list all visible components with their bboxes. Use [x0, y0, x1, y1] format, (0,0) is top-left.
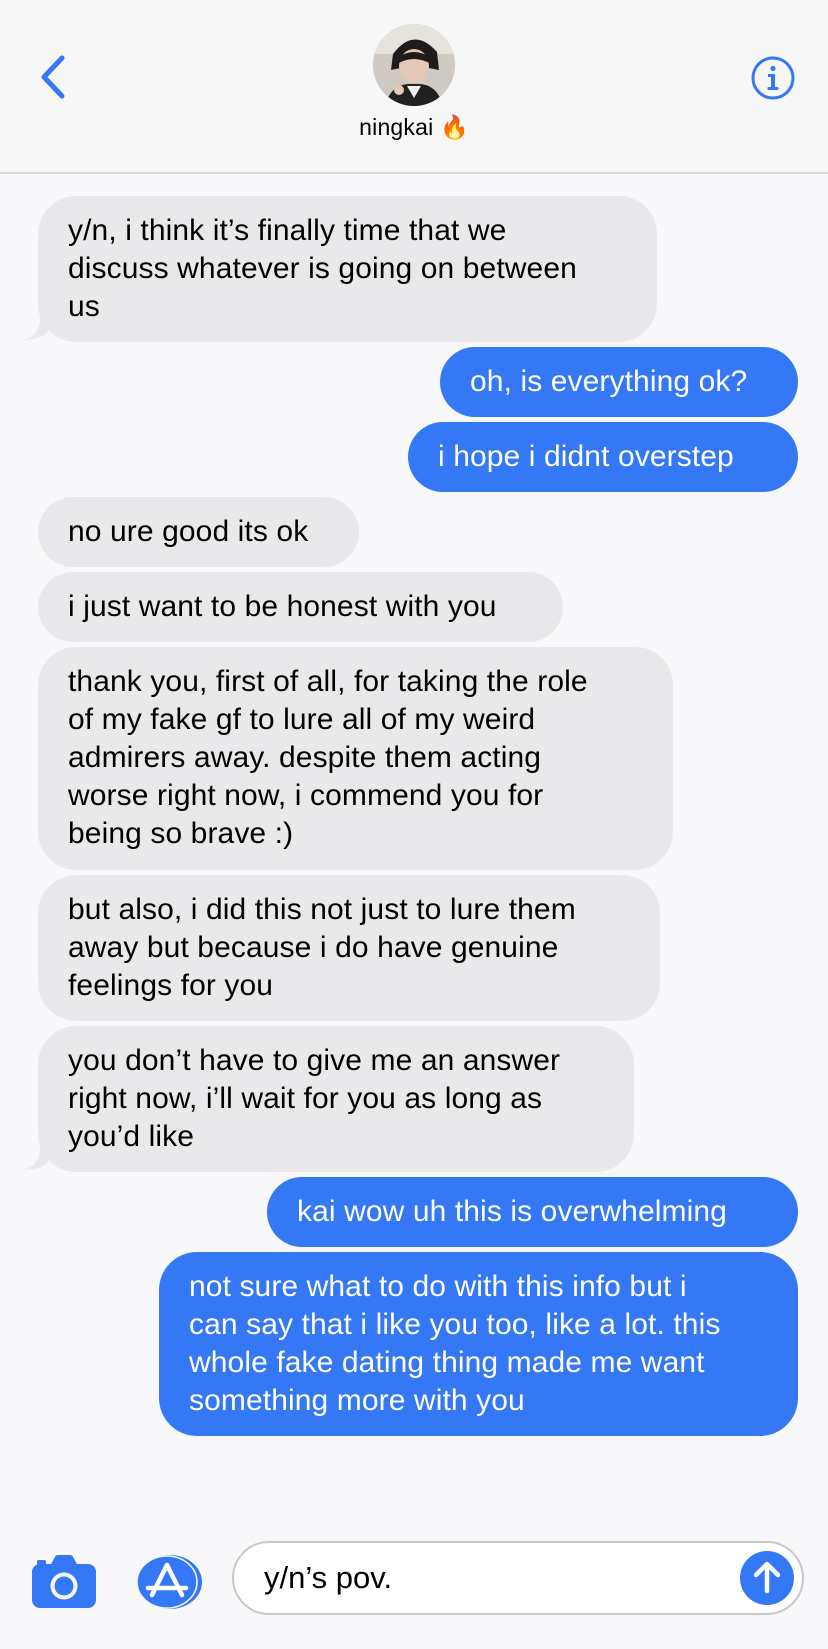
chevron-left-icon [41, 55, 65, 99]
bubble-tail [20, 312, 50, 340]
bubble-tail [20, 1142, 50, 1170]
message-bubble-incoming[interactable]: no ure good its ok [38, 497, 359, 567]
message-bubble-outgoing[interactable]: i hope i didnt overstep [408, 422, 798, 492]
message-input[interactable]: y/n’s pov. [232, 1541, 804, 1615]
camera-icon [32, 1555, 96, 1608]
message-bubble-outgoing[interactable]: not sure what to do with this info but i… [159, 1252, 798, 1436]
info-icon [751, 56, 795, 100]
message-bubble-incoming[interactable]: i just want to be honest with you [38, 572, 563, 642]
message-bubble-outgoing[interactable]: kai wow uh this is overwhelming [267, 1177, 798, 1247]
avatar[interactable] [373, 24, 455, 106]
message-bubble-outgoing[interactable]: oh, is everything ok? [440, 347, 798, 417]
message-bubble-incoming[interactable]: you don’t have to give me an answer righ… [38, 1026, 634, 1172]
apps-button[interactable] [134, 1553, 204, 1611]
message-thread: ningkai 🔥 y/n, i think it’s finally time… [0, 0, 828, 1649]
info-button[interactable] [750, 55, 796, 101]
app-store-icon [136, 1555, 202, 1609]
message-bubble-incoming[interactable]: but also, i did this not just to lure th… [38, 875, 660, 1021]
back-button[interactable] [34, 52, 74, 102]
message-input-text: y/n’s pov. [264, 1560, 393, 1595]
message-bubble-incoming[interactable]: y/n, i think it’s finally time that we d… [38, 196, 657, 342]
conversation-header: ningkai 🔥 [0, 0, 828, 174]
contact-name[interactable]: ningkai 🔥 [0, 114, 828, 141]
send-button[interactable] [740, 1551, 794, 1605]
arrow-up-icon [753, 1561, 781, 1594]
message-bubble-incoming[interactable]: thank you, first of all, for taking the … [38, 647, 673, 870]
camera-button[interactable] [30, 1554, 98, 1610]
